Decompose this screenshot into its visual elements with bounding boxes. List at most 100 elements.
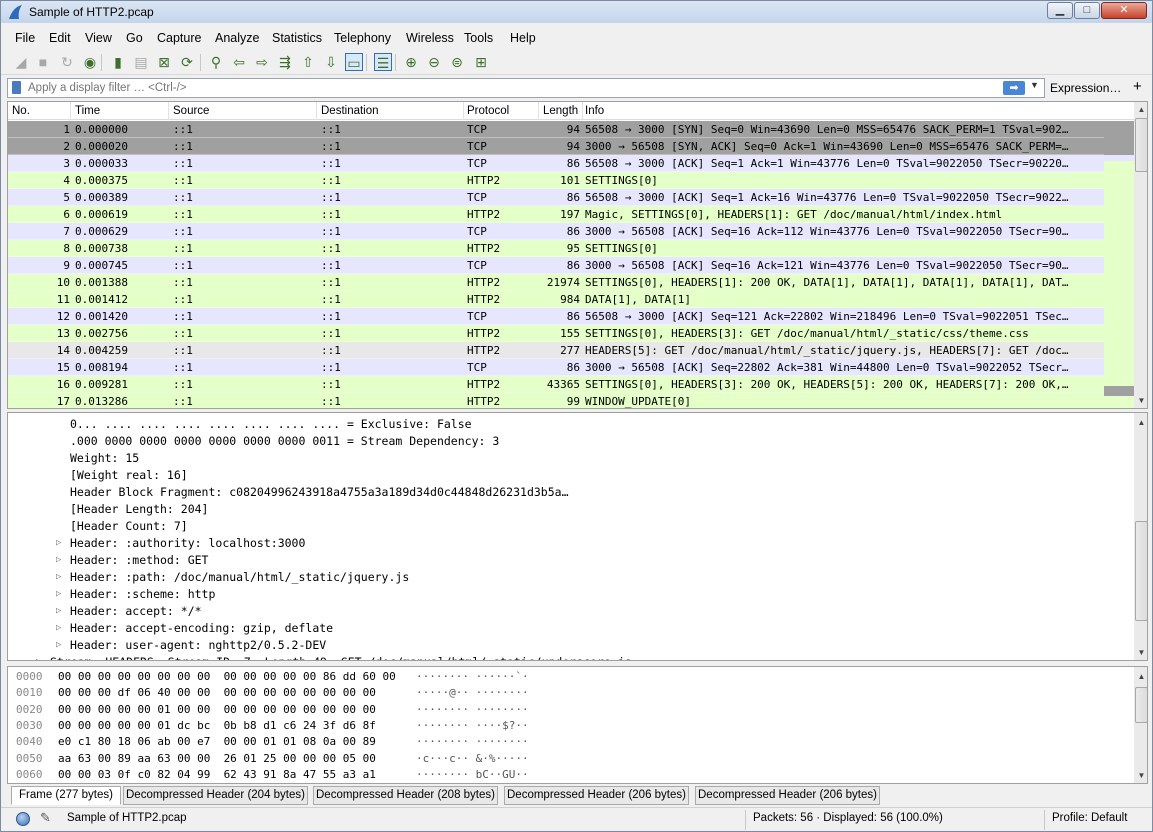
bytes-hex[interactable]: 00 00 00 00 00 00 00 00 00 00 00 00 00 8… xyxy=(58,668,396,685)
minimize-button[interactable]: ▁ xyxy=(1047,2,1073,19)
bytes-tab[interactable]: Decompressed Header (206 bytes) xyxy=(504,786,689,805)
stop-icon[interactable]: ■ xyxy=(34,53,52,71)
shark-fin-start-icon[interactable]: ◢ xyxy=(12,53,30,71)
packet-row[interactable]: 13 0.002756::1::1 HTTP2 155 SETTINGS[0], HEA… xyxy=(8,325,1104,342)
packet-row[interactable]: 16 0.009281::1::1 HTTP2 43365 SETTINGS[0], H… xyxy=(8,376,1104,393)
colorize-icon[interactable]: ☰ xyxy=(374,53,392,71)
expression-button[interactable]: Expression… xyxy=(1050,81,1121,95)
find-packet-icon[interactable]: ⚲ xyxy=(207,53,225,71)
open-file-icon[interactable]: ▮ xyxy=(109,53,127,71)
restart-icon[interactable]: ↻ xyxy=(58,53,76,71)
bytes-tab[interactable]: Decompressed Header (208 bytes) xyxy=(313,786,498,805)
expand-arrow-icon[interactable]: ▷ xyxy=(56,637,61,654)
close-button[interactable]: ✕ xyxy=(1101,2,1147,19)
bytes-hex[interactable]: 00 00 00 00 00 01 00 00 00 00 00 00 00 0… xyxy=(58,701,376,718)
bytes-tab[interactable]: Decompressed Header (204 bytes) xyxy=(123,786,308,805)
go-forward-icon[interactable]: ⇨ xyxy=(253,53,271,71)
packet-row[interactable]: 17 0.013286::1::1 HTTP2 99 WINDOW_UPDATE[0] xyxy=(8,393,1104,408)
zoom-out-icon[interactable]: ⊖ xyxy=(425,53,443,71)
close-file-icon[interactable]: ⊠ xyxy=(155,53,173,71)
capture-options-icon[interactable]: ◉ xyxy=(81,53,99,71)
save-file-icon[interactable]: ▤ xyxy=(132,53,150,71)
bytes-off[interactable]: 0050 xyxy=(16,750,43,767)
display-filter-input[interactable] xyxy=(7,78,1045,98)
bytes-tab[interactable]: Frame (277 bytes) xyxy=(11,786,121,805)
autoscroll-icon[interactable]: ▭ xyxy=(345,53,363,71)
menu-file[interactable]: File xyxy=(15,31,35,45)
packet-minimap[interactable] xyxy=(1104,121,1134,408)
maximize-button[interactable]: □ xyxy=(1074,2,1100,19)
bytes-off[interactable]: 0010 xyxy=(16,684,43,701)
filter-history-dropdown[interactable]: ▼ xyxy=(1030,80,1039,90)
scroll-up-icon[interactable]: ▲ xyxy=(1134,102,1147,117)
expand-arrow-icon[interactable]: ▷ xyxy=(56,586,61,603)
bytes-hex[interactable]: e0 c1 80 18 06 ab 00 e7 00 00 01 01 08 0… xyxy=(58,733,376,750)
zoom-in-icon[interactable]: ⊕ xyxy=(402,53,420,71)
column-protocol[interactable]: Protocol xyxy=(467,105,509,117)
status-profile[interactable]: Profile: Default xyxy=(1052,812,1127,824)
menu-view[interactable]: View xyxy=(85,31,112,45)
expand-arrow-icon[interactable]: ▷ xyxy=(36,654,41,660)
menu-statistics[interactable]: Statistics xyxy=(272,31,322,45)
column-length[interactable]: Length xyxy=(543,105,578,117)
column-no[interactable]: No. xyxy=(12,105,30,117)
expand-arrow-icon[interactable]: ▷ xyxy=(56,569,61,586)
go-last-icon[interactable]: ⇩ xyxy=(322,53,340,71)
bytes-hex[interactable]: 00 00 00 00 00 01 dc bc 0b b8 d1 c6 24 3… xyxy=(58,717,376,734)
column-time[interactable]: Time xyxy=(75,105,100,117)
expand-arrow-icon[interactable]: ▷ xyxy=(56,535,61,552)
bytes-asc[interactable]: ········ ········ xyxy=(416,733,529,750)
menu-go[interactable]: Go xyxy=(126,31,143,45)
bytes-hex[interactable]: 00 00 03 0f c0 82 04 99 62 43 91 8a 47 5… xyxy=(58,766,376,783)
bytes-asc[interactable]: ·c···c·· &·%····· xyxy=(416,750,529,767)
column-info[interactable]: Info xyxy=(585,105,604,117)
title-bar[interactable]: Sample of HTTP2.pcap ▁ □ ✕ xyxy=(1,1,1152,23)
packet-list-scrollbar[interactable]: ▲ ▼ xyxy=(1134,102,1147,408)
packet-row[interactable]: 5 0.000389::1::1 TCP 86 56508 → 3000 [ACK] S… xyxy=(8,189,1104,206)
packet-row[interactable]: 10 0.001388::1::1 HTTP2 21974 SETTINGS[0], H… xyxy=(8,274,1104,291)
packet-row[interactable]: 9 0.000745::1::1 TCP 86 3000 → 56508 [ACK] S… xyxy=(8,257,1104,274)
scroll-thumb[interactable] xyxy=(1135,118,1147,172)
packet-row[interactable]: 2 0.000020::1::1 TCP 94 3000 → 56508 [SYN, A… xyxy=(8,138,1104,155)
bytes-asc[interactable]: ········ ····$?·· xyxy=(416,717,529,734)
column-destination[interactable]: Destination xyxy=(321,105,379,117)
scroll-thumb[interactable] xyxy=(1135,521,1147,621)
packet-row[interactable]: 3 0.000033::1::1 TCP 86 56508 → 3000 [ACK] S… xyxy=(8,155,1104,172)
menu-help[interactable]: Help xyxy=(510,31,536,45)
expert-info-icon[interactable] xyxy=(16,812,30,826)
scroll-up-icon[interactable]: ▲ xyxy=(1134,669,1147,684)
filter-bookmark-icon[interactable] xyxy=(12,81,21,94)
resize-columns-icon[interactable]: ⊞ xyxy=(472,53,490,71)
capture-comment-icon[interactable]: ✎ xyxy=(40,810,51,826)
packet-row[interactable]: 6 0.000619::1::1 HTTP2 197 Magic, SETTINGS[0… xyxy=(8,206,1104,223)
menu-telephony[interactable]: Telephony xyxy=(334,31,391,45)
menu-edit[interactable]: Edit xyxy=(49,31,71,45)
menu-wireless[interactable]: Wireless xyxy=(406,31,454,45)
column-source[interactable]: Source xyxy=(173,105,209,117)
scroll-thumb[interactable] xyxy=(1135,687,1147,723)
bytes-asc[interactable]: ········ bC··GU·· xyxy=(416,766,529,783)
scroll-down-icon[interactable]: ▼ xyxy=(1134,768,1147,783)
menu-capture[interactable]: Capture xyxy=(157,31,201,45)
packet-row[interactable]: 15 0.008194::1::1 TCP 86 3000 → 56508 [ACK] … xyxy=(8,359,1104,376)
expand-arrow-icon[interactable]: ▷ xyxy=(56,620,61,637)
packet-row[interactable]: 8 0.000738::1::1 HTTP2 95 SETTINGS[0] xyxy=(8,240,1104,257)
menu-analyze[interactable]: Analyze xyxy=(215,31,259,45)
packet-row[interactable]: 12 0.001420::1::1 TCP 86 56508 → 3000 [ACK] … xyxy=(8,308,1104,325)
expand-arrow-icon[interactable]: ▷ xyxy=(56,603,61,620)
zoom-normal-icon[interactable]: ⊜ xyxy=(448,53,466,71)
go-to-packet-icon[interactable]: ⇶ xyxy=(276,53,294,71)
expand-arrow-icon[interactable]: ▷ xyxy=(56,552,61,569)
scroll-up-icon[interactable]: ▲ xyxy=(1134,415,1147,430)
bytes-off[interactable]: 0030 xyxy=(16,717,43,734)
bytes-off[interactable]: 0000 xyxy=(16,668,43,685)
bytes-scrollbar[interactable]: ▲ ▼ xyxy=(1134,667,1147,783)
scroll-down-icon[interactable]: ▼ xyxy=(1134,393,1147,408)
bytes-asc[interactable]: ·····@·· ········ xyxy=(416,684,529,701)
details-scrollbar[interactable]: ▲ ▼ xyxy=(1134,413,1147,660)
packet-row[interactable]: 4 0.000375::1::1 HTTP2 101 SETTINGS[0] xyxy=(8,172,1104,189)
bytes-asc[interactable]: ········ ········ xyxy=(416,701,529,718)
bytes-off[interactable]: 0060 xyxy=(16,766,43,783)
bytes-hex[interactable]: 00 00 00 df 06 40 00 00 00 00 00 00 00 0… xyxy=(58,684,376,701)
bytes-hex[interactable]: aa 63 00 89 aa 63 00 00 26 01 25 00 00 0… xyxy=(58,750,376,767)
